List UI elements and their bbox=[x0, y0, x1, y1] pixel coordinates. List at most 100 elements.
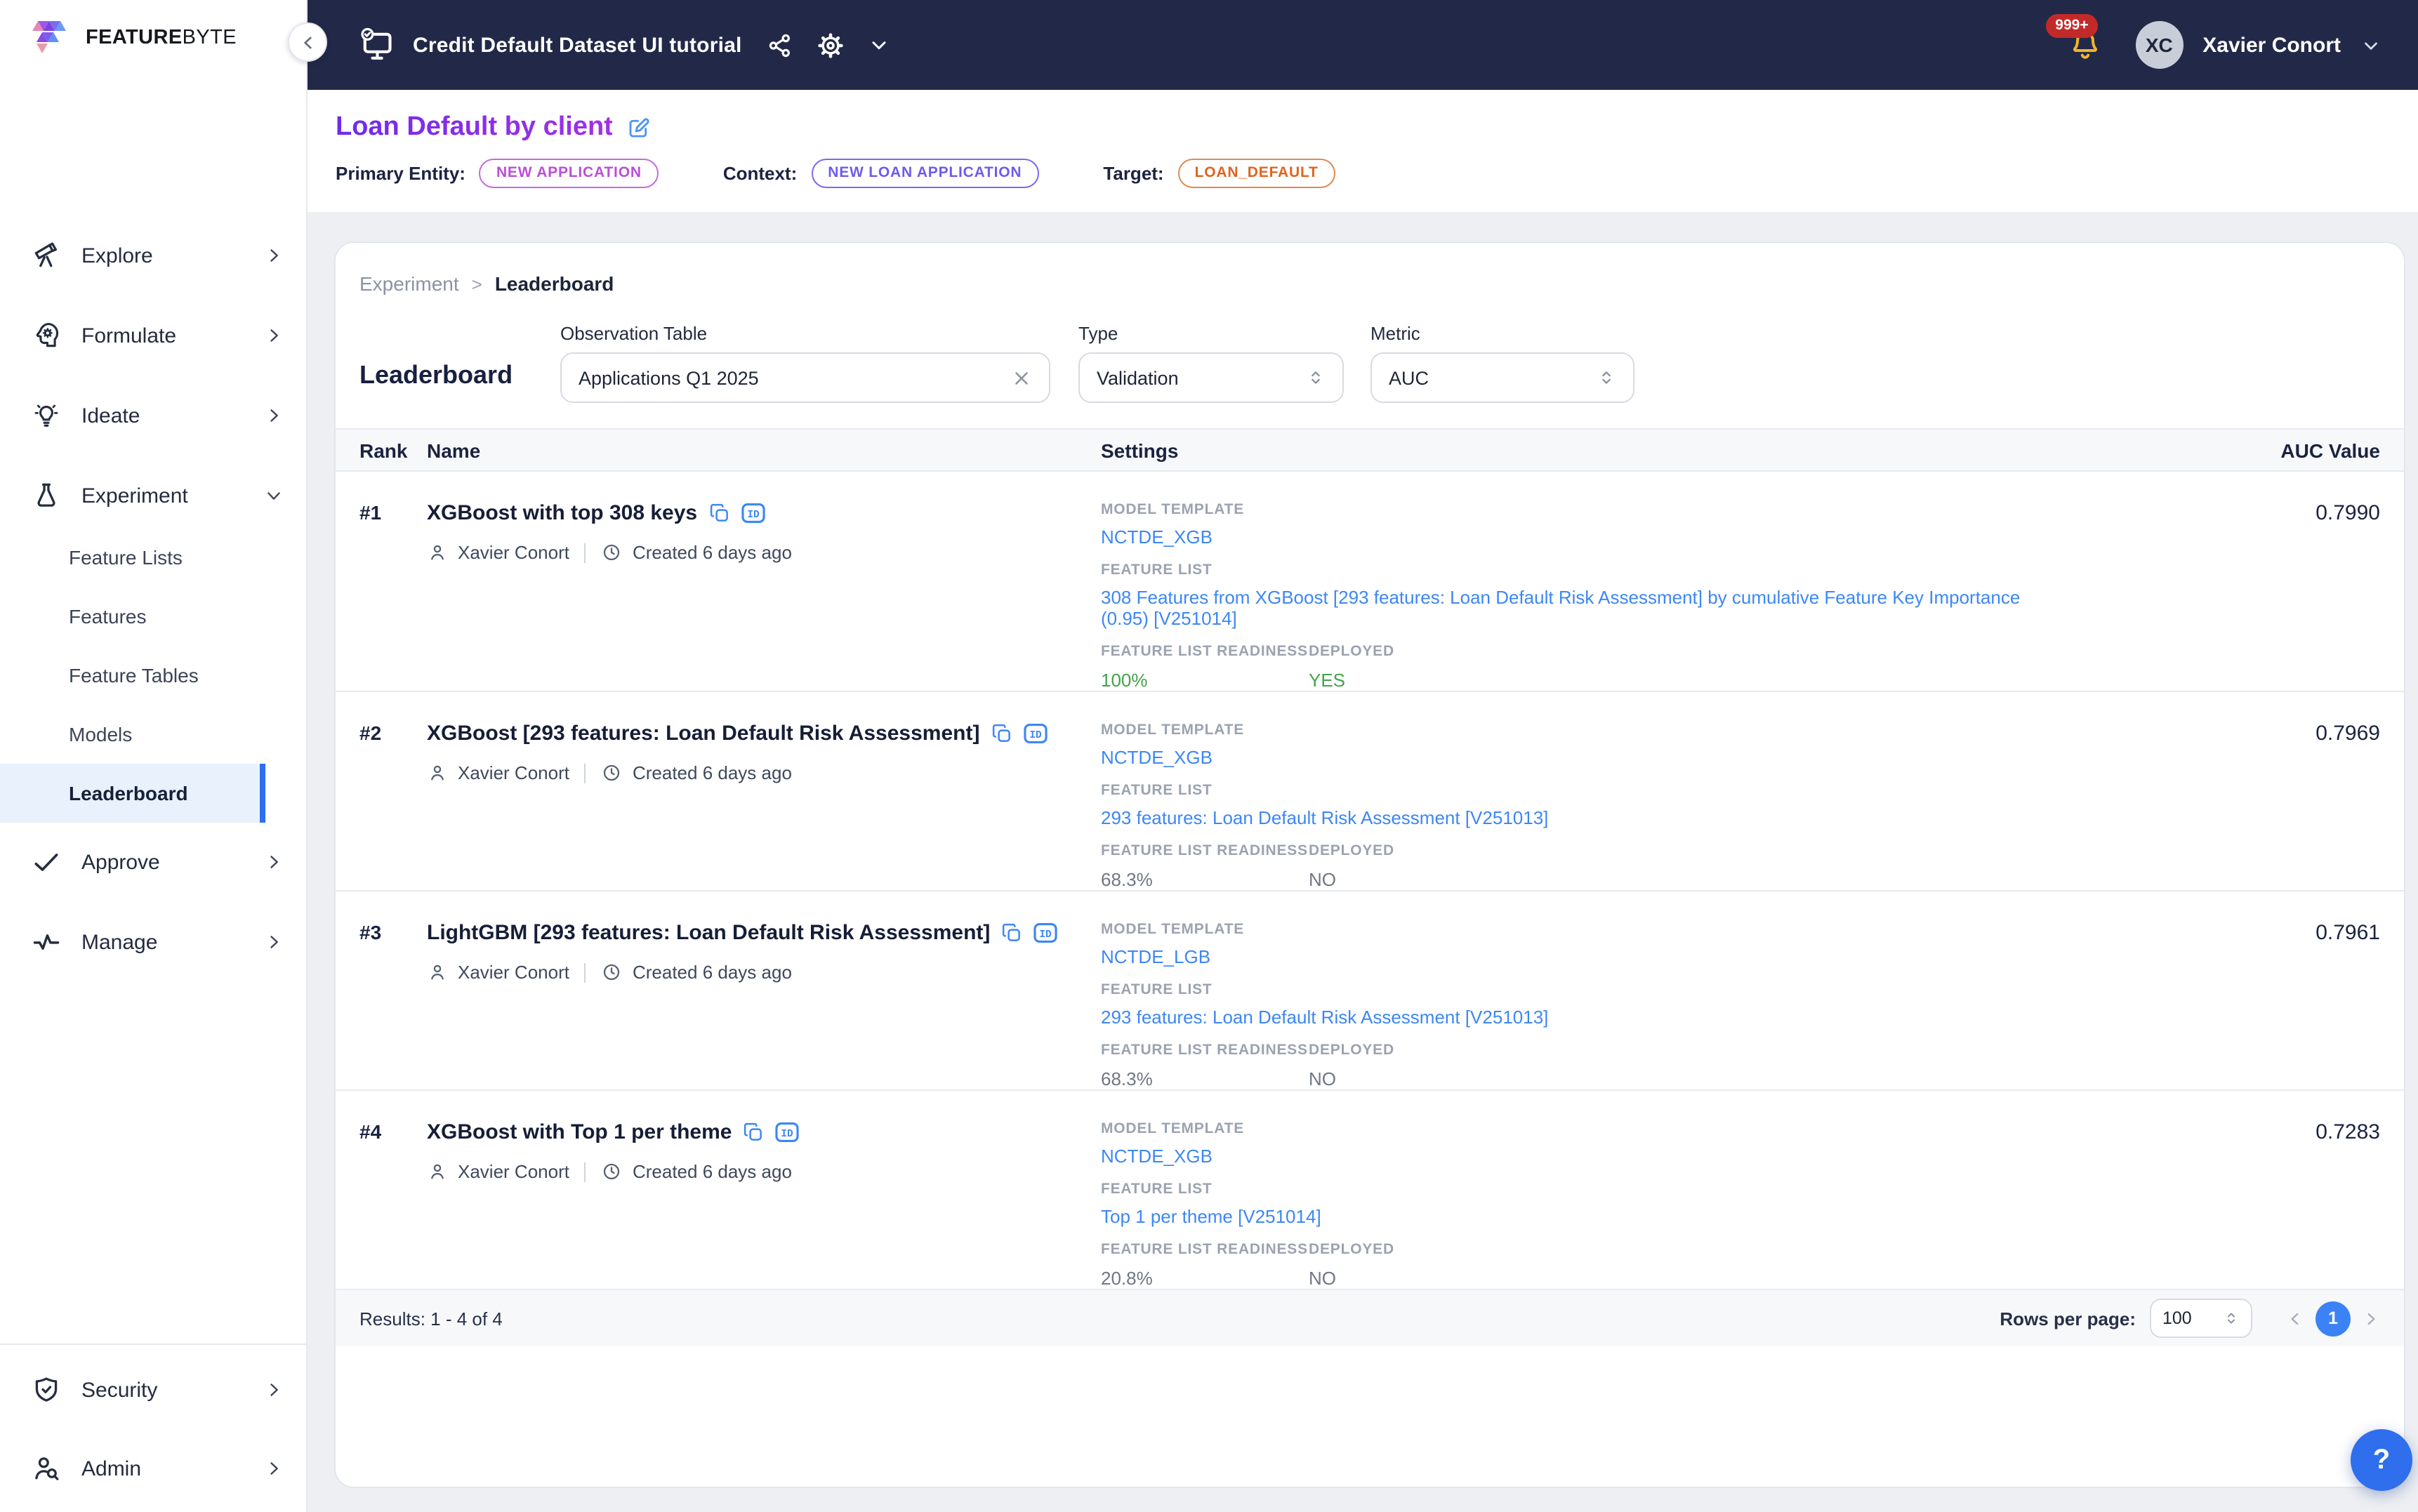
model-template-link[interactable]: NCTDE_XGB bbox=[1101, 747, 2028, 768]
id-icon[interactable]: ID bbox=[776, 1122, 800, 1143]
settings-gear-icon[interactable] bbox=[817, 30, 846, 60]
prev-page-icon[interactable] bbox=[2286, 1309, 2304, 1327]
featurebyte-logo[interactable]: FEATUREBYTE bbox=[0, 0, 306, 56]
feature-list-link[interactable]: 293 features: Loan Default Risk Assessme… bbox=[1101, 807, 2028, 828]
chevron-right-icon bbox=[264, 326, 284, 345]
readiness-value: 20.8% bbox=[1101, 1268, 1309, 1289]
sidebar-item-approve[interactable]: Approve bbox=[0, 831, 306, 893]
auc-value: 0.7990 bbox=[2169, 501, 2380, 691]
experiment-name[interactable]: LightGBM [293 features: Loan Default Ris… bbox=[427, 921, 990, 945]
question-mark-icon: ? bbox=[2373, 1444, 2390, 1476]
experiment-name[interactable]: XGBoost with top 308 keys bbox=[427, 501, 697, 525]
mind-gear-icon bbox=[31, 320, 62, 351]
clock-icon bbox=[602, 962, 623, 983]
notifications-bell-icon[interactable]: 999+ bbox=[2068, 28, 2101, 62]
sidebar-item-experiment[interactable]: Experiment bbox=[0, 465, 306, 526]
chevron-right-icon bbox=[264, 1459, 284, 1478]
activity-pulse-icon bbox=[31, 927, 62, 957]
sidebar-item-features[interactable]: Features bbox=[0, 587, 306, 646]
clock-icon bbox=[602, 762, 623, 783]
readiness-value: 68.3% bbox=[1101, 869, 1309, 890]
app-root: Credit Default Dataset UI tutorial bbox=[0, 0, 2418, 1512]
table-header: Rank Name Settings AUC Value bbox=[336, 428, 2404, 472]
experiment-name[interactable]: XGBoost [293 features: Loan Default Risk… bbox=[427, 722, 979, 745]
rows-per-page-select[interactable]: 100 bbox=[2150, 1299, 2252, 1338]
clear-observation-icon[interactable] bbox=[1011, 367, 1032, 388]
table-row[interactable]: #1 XGBoost with top 308 keys ID Xavier C… bbox=[336, 472, 2404, 692]
sidebar-item-manage[interactable]: Manage bbox=[0, 911, 306, 973]
model-template-link[interactable]: NCTDE_XGB bbox=[1101, 1146, 2028, 1167]
rank-badge: #4 bbox=[359, 1120, 427, 1289]
deployed-value: YES bbox=[1309, 670, 1394, 691]
model-template-label: MODEL TEMPLATE bbox=[1101, 1120, 2169, 1137]
primary-entity-label: Primary Entity: bbox=[336, 163, 465, 184]
observation-table-input[interactable] bbox=[579, 367, 1011, 388]
feature-list-label: FEATURE LIST bbox=[1101, 562, 2169, 578]
svg-text:ID: ID bbox=[781, 1129, 794, 1140]
svg-text:ID: ID bbox=[1029, 730, 1042, 741]
project-switcher[interactable]: Credit Default Dataset UI tutorial bbox=[358, 27, 742, 63]
sidebar-collapse-button[interactable] bbox=[288, 22, 327, 62]
edit-title-icon[interactable] bbox=[627, 115, 652, 140]
sidebar-item-formulate[interactable]: Formulate bbox=[0, 305, 306, 366]
sidebar-item-admin[interactable]: Admin bbox=[0, 1438, 306, 1499]
observation-table-field bbox=[560, 352, 1050, 403]
readiness-label: FEATURE LIST READINESS bbox=[1101, 643, 1309, 660]
sidebar-item-label: Experiment bbox=[81, 484, 244, 508]
feature-list-link[interactable]: Top 1 per theme [V251014] bbox=[1101, 1206, 2028, 1227]
user-menu-chevron-down-icon[interactable] bbox=[2360, 34, 2381, 55]
results-count: Results: 1 - 4 of 4 bbox=[359, 1308, 503, 1329]
sidebar-item-security[interactable]: Security bbox=[0, 1359, 306, 1421]
target-badge[interactable]: LOAN_DEFAULT bbox=[1178, 159, 1335, 188]
id-icon[interactable]: ID bbox=[741, 503, 765, 524]
id-icon[interactable]: ID bbox=[1023, 723, 1047, 744]
user-icon bbox=[427, 542, 448, 563]
sidebar-item-label: Explore bbox=[81, 244, 244, 267]
top-bar: Credit Default Dataset UI tutorial bbox=[308, 0, 2418, 90]
table-row[interactable]: #3 LightGBM [293 features: Loan Default … bbox=[336, 891, 2404, 1091]
project-chevron-down-icon[interactable] bbox=[868, 34, 891, 56]
feature-list-link[interactable]: 308 Features from XGBoost [293 features:… bbox=[1101, 587, 2028, 629]
next-page-icon[interactable] bbox=[2362, 1309, 2380, 1327]
experiment-name[interactable]: XGBoost with Top 1 per theme bbox=[427, 1120, 732, 1144]
table-row[interactable]: #2 XGBoost [293 features: Loan Default R… bbox=[336, 692, 2404, 891]
table-row[interactable]: #4 XGBoost with Top 1 per theme ID Xavie… bbox=[336, 1091, 2404, 1290]
sidebar-item-models[interactable]: Models bbox=[0, 705, 306, 764]
copy-icon[interactable] bbox=[708, 503, 729, 524]
model-template-label: MODEL TEMPLATE bbox=[1101, 722, 2169, 738]
page-1-button[interactable]: 1 bbox=[2315, 1301, 2351, 1336]
share-icon[interactable] bbox=[767, 32, 794, 58]
row-owner: Xavier Conort bbox=[458, 762, 569, 783]
feature-list-link[interactable]: 293 features: Loan Default Risk Assessme… bbox=[1101, 1007, 2028, 1028]
sidebar-item-label: Security bbox=[81, 1378, 244, 1402]
copy-icon[interactable] bbox=[1001, 922, 1022, 943]
copy-icon[interactable] bbox=[744, 1122, 765, 1143]
model-template-label: MODEL TEMPLATE bbox=[1101, 501, 2169, 518]
breadcrumb-separator: > bbox=[472, 273, 482, 294]
breadcrumb-experiment[interactable]: Experiment bbox=[359, 272, 459, 295]
sidebar-item-feature-tables[interactable]: Feature Tables bbox=[0, 646, 306, 705]
readiness-label: FEATURE LIST READINESS bbox=[1101, 1241, 1309, 1258]
sidebar-item-feature-lists[interactable]: Feature Lists bbox=[0, 528, 306, 587]
model-template-link[interactable]: NCTDE_LGB bbox=[1101, 946, 2028, 967]
sidebar-item-ideate[interactable]: Ideate bbox=[0, 385, 306, 446]
sidebar-item-leaderboard[interactable]: Leaderboard bbox=[0, 764, 265, 823]
user-avatar[interactable]: XC bbox=[2135, 21, 2183, 69]
copy-icon[interactable] bbox=[991, 723, 1012, 744]
row-created: Created 6 days ago bbox=[633, 762, 792, 783]
id-icon[interactable]: ID bbox=[1033, 922, 1057, 943]
type-label: Type bbox=[1078, 323, 1370, 344]
project-title: Credit Default Dataset UI tutorial bbox=[413, 33, 742, 57]
primary-entity-badge[interactable]: NEW APPLICATION bbox=[480, 159, 659, 188]
context-badge[interactable]: NEW LOAN APPLICATION bbox=[811, 159, 1038, 188]
type-select[interactable]: Validation bbox=[1078, 352, 1344, 403]
readiness-label: FEATURE LIST READINESS bbox=[1101, 1042, 1309, 1059]
telescope-icon bbox=[31, 240, 62, 271]
metric-select[interactable]: AUC bbox=[1370, 352, 1634, 403]
deployed-label: DEPLOYED bbox=[1309, 1241, 1394, 1258]
readiness-value: 68.3% bbox=[1101, 1068, 1309, 1089]
help-button[interactable]: ? bbox=[2351, 1429, 2412, 1491]
sidebar-item-explore[interactable]: Explore bbox=[0, 225, 306, 286]
model-template-link[interactable]: NCTDE_XGB bbox=[1101, 526, 2028, 548]
svg-text:ID: ID bbox=[1040, 929, 1052, 941]
